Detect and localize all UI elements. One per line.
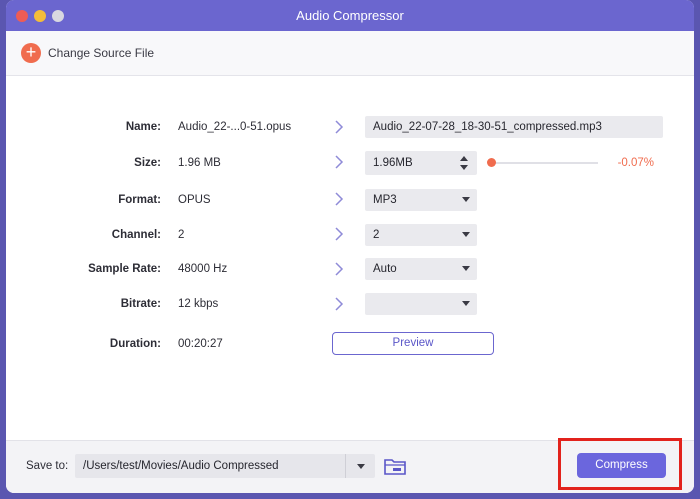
chevron-down-icon	[462, 266, 470, 271]
format-select-value: MP3	[373, 194, 397, 206]
chevron-right-icon	[335, 155, 344, 169]
save-path-value: /Users/test/Movies/Audio Compressed	[83, 460, 279, 472]
source-size-value: 1.96 MB	[178, 157, 221, 169]
source-format-value: OPUS	[178, 194, 211, 206]
name-label: Name:	[125, 121, 161, 133]
stepper-up-icon[interactable]	[460, 156, 468, 161]
chevron-down-icon	[357, 464, 365, 469]
sample-rate-select-value: Auto	[373, 263, 397, 275]
size-slider-handle[interactable]	[487, 158, 496, 167]
channel-select-value: 2	[373, 229, 380, 241]
source-bitrate-value: 12 kbps	[178, 298, 219, 310]
chevron-right-icon	[335, 192, 344, 206]
channel-select[interactable]: 2	[365, 224, 477, 246]
title-bar: Audio Compressor	[6, 0, 694, 31]
toolbar: + Change Source File	[6, 31, 694, 76]
output-name-field[interactable]: Audio_22-07-28_18-30-51_compressed.mp3	[365, 116, 663, 138]
source-channel-value: 2	[178, 229, 185, 241]
path-divider	[345, 454, 346, 478]
preview-button[interactable]: Preview	[332, 332, 494, 355]
source-sample-rate-value: 48000 Hz	[178, 263, 228, 275]
chevron-right-icon	[335, 262, 344, 276]
folder-icon[interactable]	[384, 457, 406, 475]
chevron-right-icon	[335, 120, 344, 134]
sample-rate-select[interactable]: Auto	[365, 258, 477, 280]
format-select[interactable]: MP3	[365, 189, 477, 211]
size-stepper-value: 1.96MB	[373, 157, 413, 169]
size-label: Size:	[134, 157, 161, 169]
size-slider-track[interactable]	[490, 162, 598, 164]
chevron-right-icon	[335, 227, 344, 241]
chevron-down-icon	[462, 232, 470, 237]
chevron-right-icon	[335, 297, 344, 311]
stepper-down-icon[interactable]	[460, 165, 468, 170]
bitrate-select[interactable]	[365, 293, 477, 315]
compress-button[interactable]: Compress	[577, 453, 666, 478]
window-frame: Audio Compressor + Change Source File Na…	[0, 0, 700, 499]
plus-icon[interactable]: +	[21, 43, 41, 63]
size-stepper[interactable]: 1.96MB	[365, 151, 477, 175]
channel-label: Channel:	[111, 229, 161, 241]
chevron-down-icon	[462, 197, 470, 202]
size-change-percent: -0.07%	[617, 157, 654, 169]
app-window: Audio Compressor + Change Source File Na…	[6, 0, 694, 493]
chevron-down-icon	[462, 301, 470, 306]
format-label: Format:	[118, 194, 161, 206]
window-title: Audio Compressor	[296, 8, 404, 23]
save-to-label: Save to:	[26, 460, 69, 472]
save-path-select[interactable]: /Users/test/Movies/Audio Compressed	[75, 454, 375, 478]
duration-label: Duration:	[109, 338, 161, 350]
bitrate-label: Bitrate:	[120, 298, 161, 310]
source-duration-value: 00:20:27	[178, 338, 223, 350]
source-name-value: Audio_22-...0-51.opus	[178, 121, 292, 133]
sample-rate-label: Sample Rate:	[88, 263, 161, 275]
change-source-file-button[interactable]: Change Source File	[48, 46, 154, 60]
